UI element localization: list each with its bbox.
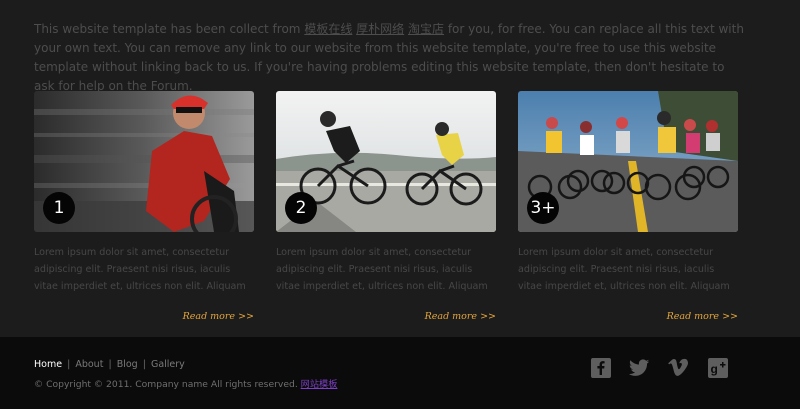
feature-card-1: 1 Lorem ipsum dolor sit amet, consectetu… xyxy=(34,91,254,322)
footer-nav-gallery[interactable]: Gallery xyxy=(151,359,185,370)
social-links: g xyxy=(590,357,728,378)
feature-card-3: 3+ Lorem ipsum dolor sit amet, consectet… xyxy=(518,91,738,322)
card-photo-cyclist-sprint[interactable]: 1 xyxy=(34,91,254,232)
intro-link-houpu[interactable]: 厚朴网络 xyxy=(356,22,404,36)
intro-text-before: This website template has been collect f… xyxy=(34,22,305,36)
read-more-link[interactable]: Read more >> xyxy=(518,311,738,322)
card-badge: 2 xyxy=(285,192,317,224)
card-text: Lorem ipsum dolor sit amet, consectetur … xyxy=(276,247,488,292)
read-more-link[interactable]: Read more >> xyxy=(34,311,254,322)
footer-nav-about[interactable]: About xyxy=(75,359,103,370)
footer: Home | About | Blog | Gallery © Copyrigh… xyxy=(0,337,800,409)
feature-card-2: 2 Lorem ipsum dolor sit amet, consectetu… xyxy=(276,91,496,322)
google-plus-icon[interactable]: g xyxy=(707,357,728,378)
page: This website template has been collect f… xyxy=(0,0,800,409)
copyright-link[interactable]: 网站模板 xyxy=(301,379,338,390)
card-text: Lorem ipsum dolor sit amet, consectetur … xyxy=(518,247,730,292)
copyright-text: © Copyright © 2011. Company name All rig… xyxy=(34,379,301,390)
intro-link-template-online[interactable]: 模板在线 xyxy=(304,22,352,36)
footer-nav: Home | About | Blog | Gallery xyxy=(34,359,185,370)
intro-paragraph: This website template has been collect f… xyxy=(34,20,746,96)
vimeo-icon[interactable] xyxy=(668,357,689,378)
twitter-icon[interactable] xyxy=(629,357,650,378)
read-more-link[interactable]: Read more >> xyxy=(276,311,496,322)
card-badge: 3+ xyxy=(527,192,559,224)
nav-separator: | xyxy=(142,359,146,370)
card-photo-two-cyclists[interactable]: 2 xyxy=(276,91,496,232)
copyright: © Copyright © 2011. Company name All rig… xyxy=(34,376,337,390)
svg-text:g: g xyxy=(710,362,717,376)
nav-separator: | xyxy=(108,359,112,370)
card-text: Lorem ipsum dolor sit amet, consectetur … xyxy=(34,247,246,292)
footer-nav-home[interactable]: Home xyxy=(34,359,62,370)
footer-nav-blog[interactable]: Blog xyxy=(117,359,138,370)
card-photo-cycling-group[interactable]: 3+ xyxy=(518,91,738,232)
facebook-icon[interactable] xyxy=(590,357,611,378)
intro-link-taobao[interactable]: 淘宝店 xyxy=(408,22,444,36)
nav-separator: | xyxy=(67,359,71,370)
card-badge: 1 xyxy=(43,192,75,224)
